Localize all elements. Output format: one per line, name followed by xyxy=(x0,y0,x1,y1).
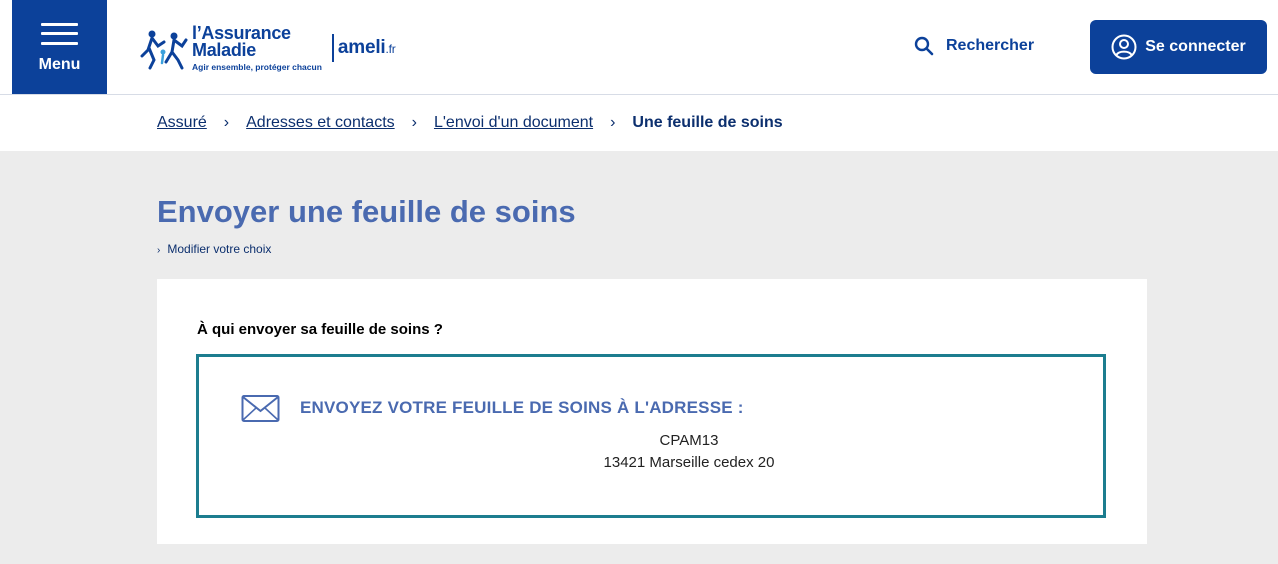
site-name: ameli xyxy=(337,37,386,58)
menu-label: Menu xyxy=(38,55,81,73)
site-suffix: .fr xyxy=(385,42,396,56)
address-card: À qui envoyer sa feuille de soins ? ENVO… xyxy=(157,279,1147,544)
user-icon xyxy=(1111,34,1137,60)
envelope-icon xyxy=(241,395,280,422)
menu-icon xyxy=(41,22,78,45)
breadcrumb: Assuré › Adresses et contacts › L'envoi … xyxy=(0,95,1278,151)
chevron-right-icon: › xyxy=(223,114,230,131)
logo-title-line2: Maladie xyxy=(192,39,256,60)
search-label: Rechercher xyxy=(946,37,1035,54)
site-header: Menu l’Assurance Maladie Agir ensemble, … xyxy=(0,0,1278,95)
address-line-2: 13421 Marseille cedex 20 xyxy=(603,454,775,471)
logo-figures-icon xyxy=(140,30,188,70)
address-box: ENVOYEZ VOTRE FEUILLE DE SOINS À L'ADRES… xyxy=(196,354,1106,518)
breadcrumb-item-adresses[interactable]: Adresses et contacts xyxy=(246,114,395,132)
ameli-logo: ameli.fr xyxy=(338,37,396,59)
chevron-right-icon: › xyxy=(411,114,417,131)
page-title: Envoyer une feuille de soins xyxy=(157,194,576,229)
modify-choice-link[interactable]: › Modifier votre choix xyxy=(157,242,271,256)
logo-title-line1: l’Assurance xyxy=(192,22,291,43)
main-content: Envoyer une feuille de soins › Modifier v… xyxy=(0,151,1278,564)
logo-divider xyxy=(331,34,334,62)
address-line-1: CPAM13 xyxy=(659,432,719,449)
address-heading: ENVOYEZ VOTRE FEUILLE DE SOINS À L'ADRES… xyxy=(300,398,744,417)
breadcrumb-current: Une feuille de soins xyxy=(632,114,783,131)
connect-label: Se connecter xyxy=(1145,38,1246,55)
logo-tagline: Agir ensemble, protéger chacun xyxy=(192,61,322,72)
search-button[interactable]: Rechercher xyxy=(914,36,1034,56)
question-heading: À qui envoyer sa feuille de soins ? xyxy=(197,321,443,338)
assurance-maladie-logo[interactable]: l’Assurance Maladie Agir ensemble, proté… xyxy=(138,24,396,72)
breadcrumb-item-envoi[interactable]: L'envoi d'un document xyxy=(434,114,593,132)
breadcrumb-item-assure[interactable]: Assuré xyxy=(157,114,207,132)
chevron-right-icon: › xyxy=(610,114,616,131)
chevron-right-icon: › xyxy=(157,245,161,256)
modify-choice-label: Modifier votre choix xyxy=(167,242,272,256)
search-icon xyxy=(914,36,934,56)
menu-button[interactable]: Menu xyxy=(12,0,107,94)
connect-button[interactable]: Se connecter xyxy=(1090,20,1267,74)
